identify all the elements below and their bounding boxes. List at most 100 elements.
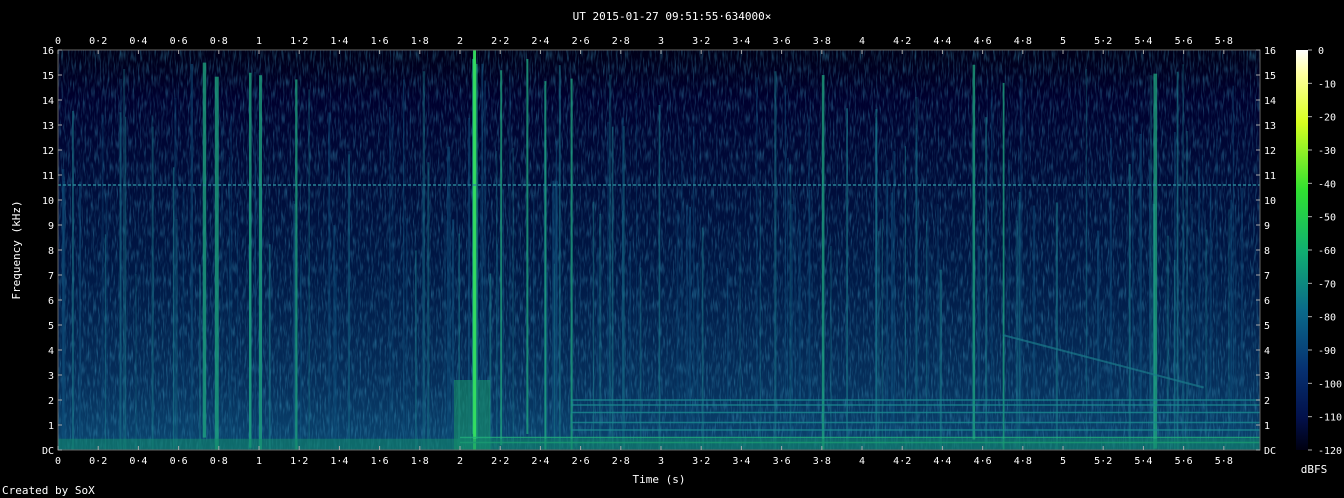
y-tick-label-right: 4	[1264, 346, 1270, 357]
transient-streak	[629, 241, 632, 450]
transient-streak	[335, 273, 337, 450]
y-tick-label-right: 2	[1264, 396, 1270, 407]
chart-title: UT 2015-01-27 09:51:55·634000×	[573, 10, 772, 23]
y-tick-label-right: 16	[1264, 46, 1276, 57]
x-tick-label-bottom: 1	[256, 456, 262, 467]
transient-streak	[878, 231, 880, 450]
x-axis-label: Time (s)	[633, 473, 686, 486]
transient-streak	[1228, 209, 1230, 450]
colorbar-tick-label: -60	[1318, 246, 1336, 257]
x-tick-label-bottom: 2·2	[491, 456, 509, 467]
transient-streak	[532, 194, 535, 450]
transient-streak	[254, 165, 256, 450]
y-tick-label-right: 11	[1264, 171, 1276, 182]
transient-streak	[105, 193, 108, 450]
x-tick-label-top: 2	[457, 36, 463, 47]
x-tick-label-top: 2·6	[572, 36, 590, 47]
x-tick-label-bottom: 5·2	[1094, 456, 1112, 467]
transient-streak	[427, 162, 430, 450]
y-tick-label-left: 16	[42, 46, 54, 57]
transient-streak	[119, 78, 123, 450]
transient-streak	[447, 146, 451, 450]
x-tick-label-bottom: 2·4	[531, 456, 549, 467]
strong-event	[1153, 73, 1158, 449]
transient-streak	[1008, 159, 1010, 450]
transient-streak	[915, 96, 918, 450]
transient-streak	[406, 218, 408, 450]
strong-event	[248, 72, 252, 448]
transient-streak	[389, 106, 391, 450]
transient-streak	[101, 114, 104, 450]
transient-streak	[402, 79, 405, 450]
transient-streak	[1176, 71, 1179, 450]
x-tick-label-top: 1·6	[371, 36, 389, 47]
transient-streak	[151, 115, 154, 450]
transient-streak	[886, 169, 889, 450]
transient-streak	[1096, 230, 1100, 450]
y-tick-label-right: 6	[1264, 296, 1270, 307]
y-tick-label-left: 11	[42, 171, 54, 182]
y-tick-label-right: 14	[1264, 96, 1276, 107]
x-tick-label-top: 1·2	[290, 36, 308, 47]
x-tick-label-bottom: 4·2	[893, 456, 911, 467]
transient-streak	[759, 190, 762, 450]
colorbar-tick-label: -20	[1318, 113, 1336, 124]
transient-streak	[784, 85, 787, 450]
x-tick-label-top: 5	[1060, 36, 1066, 47]
x-tick-label-top: 1·8	[411, 36, 429, 47]
x-tick-label-top: 4·4	[933, 36, 951, 47]
strong-event	[500, 70, 503, 446]
colorbar-tick-label: -80	[1318, 313, 1336, 324]
x-tick-label-top: 3	[658, 36, 664, 47]
x-tick-label-bottom: 1·4	[330, 456, 348, 467]
transient-streak	[199, 264, 201, 450]
y-tick-label-left: 8	[48, 246, 54, 257]
x-tick-label-top: 3·8	[813, 36, 831, 47]
x-tick-label-top: 2·4	[531, 36, 549, 47]
x-tick-label-bottom: 0	[55, 456, 61, 467]
dc-band	[58, 438, 1260, 450]
transient-streak	[558, 65, 561, 450]
transient-streak	[1139, 133, 1142, 450]
transient-streak	[891, 192, 893, 450]
transient-streak	[391, 115, 394, 450]
transient-streak	[598, 213, 602, 450]
x-tick-label-top: 1·4	[330, 36, 348, 47]
transient-streak	[1182, 64, 1184, 450]
x-tick-label-top: 0·8	[210, 36, 228, 47]
transient-streak	[555, 180, 558, 450]
transient-streak	[1173, 259, 1176, 450]
x-tick-label-top: 3·2	[692, 36, 710, 47]
y-tick-label-right: 8	[1264, 246, 1270, 257]
colorbar-tick-label: -40	[1318, 179, 1336, 190]
y-tick-label-right: 10	[1264, 196, 1276, 207]
colorbar-tick-label: -10	[1318, 79, 1336, 90]
transient-streak	[546, 272, 549, 450]
transient-streak	[72, 110, 74, 450]
transient-streak	[608, 74, 612, 450]
transient-streak	[444, 215, 446, 450]
transient-streak	[450, 189, 452, 450]
strong-event	[259, 75, 262, 450]
transient-streak	[1085, 68, 1088, 450]
x-tick-label-bottom: 1·8	[411, 456, 429, 467]
x-tick-label-top: 5·2	[1094, 36, 1112, 47]
x-tick-label-top: 4·8	[1014, 36, 1032, 47]
transient-streak	[875, 109, 878, 450]
y-tick-label-left: 12	[42, 146, 54, 157]
transient-streak	[509, 69, 511, 450]
transient-streak	[787, 157, 789, 450]
x-tick-label-top: 4·2	[893, 36, 911, 47]
transient-streak	[1241, 187, 1243, 450]
x-tick-label-bottom: 4	[859, 456, 865, 467]
transient-streak	[701, 227, 704, 450]
y-tick-label-left: 7	[48, 271, 54, 282]
transient-streak	[1166, 235, 1169, 450]
transient-streak	[328, 112, 331, 450]
colorbar-tick-label: 0	[1318, 46, 1324, 57]
colorbar-tick-label: -70	[1318, 279, 1336, 290]
x-tick-label-bottom: 4·8	[1014, 456, 1032, 467]
y-tick-label-right: 15	[1264, 71, 1276, 82]
transient-streak	[846, 108, 848, 450]
transient-streak	[308, 89, 310, 450]
